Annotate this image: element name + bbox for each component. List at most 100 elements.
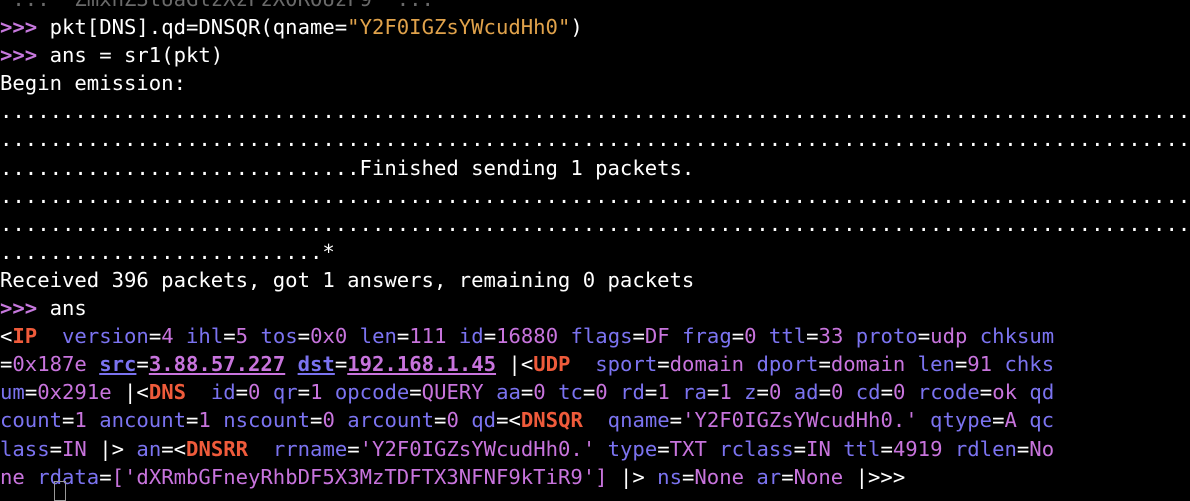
field-name: qd	[1017, 380, 1055, 405]
terminal-text: =	[992, 408, 1005, 433]
terminal-text: =	[806, 324, 819, 349]
terminal-text: ........................................…	[0, 127, 1190, 152]
terminal-text: =	[297, 380, 311, 405]
terminal-text: =	[582, 380, 596, 405]
text-cursor	[54, 481, 66, 501]
terminal-line: lass=IN |> an=<DNSRR rrname='Y2F0IGZsYWc…	[0, 435, 1190, 463]
field-name: tos	[248, 324, 298, 349]
terminal-text: =	[781, 464, 794, 489]
terminal-text: =	[483, 324, 497, 349]
field-value: ne	[0, 464, 25, 489]
terminal-text: =	[62, 408, 75, 433]
field-name: sport	[570, 352, 658, 377]
terminal-text: Received 396 packets, got 1 answers, rem…	[0, 267, 695, 292]
field-value: ok	[992, 380, 1018, 405]
field-value: 3.88.57.227	[148, 352, 286, 377]
field-value: 0x291e	[37, 380, 112, 405]
field-value: 0x187e	[12, 352, 87, 377]
field-value: DF	[644, 324, 670, 349]
prompt-marker: >>>	[0, 15, 38, 40]
field-name: id	[446, 324, 484, 349]
field-name: ad	[781, 380, 819, 405]
layer-name: DNSRR	[186, 436, 249, 461]
field-name: proto	[843, 324, 918, 349]
terminal-line: ... 'ZmxhZ3tUaGlzXzFzX0ROUzF9' ...	[0, 0, 1190, 13]
terminal-text: =	[1016, 436, 1030, 461]
field-value: 0	[533, 380, 546, 405]
field-value: 0	[446, 408, 459, 433]
field-name: len	[347, 324, 397, 349]
field-name: qd	[458, 408, 497, 433]
field-name: an	[124, 436, 162, 461]
terminal-text: |>	[607, 464, 645, 489]
field-value: ['dXRmbGFneyRhbDF5X3MzTDFTX3NFNF9kTiR9']	[111, 464, 608, 489]
terminal-text: =	[49, 436, 63, 461]
terminal-text: =	[186, 408, 199, 433]
terminal-text: =	[24, 380, 38, 405]
prompt-marker: >>>	[0, 296, 38, 321]
terminal-text: =<	[496, 408, 521, 433]
terminal-text: ........................................…	[0, 211, 1190, 236]
terminal-text: )	[570, 15, 583, 40]
terminal-text: =	[917, 324, 931, 349]
field-value: 1	[310, 380, 323, 405]
field-value: udp	[930, 324, 968, 349]
field-name: aa	[483, 380, 521, 405]
terminal-line: ........................................…	[0, 182, 1190, 210]
field-name: chks	[992, 352, 1055, 377]
terminal-text: =<	[161, 436, 187, 461]
field-name: qr	[260, 380, 298, 405]
terminal-text: =	[669, 408, 683, 433]
layer-name: DNSQR	[520, 408, 583, 433]
field-value: No	[1029, 436, 1055, 461]
field-value: 4919	[892, 436, 943, 461]
field-value: IN	[62, 436, 87, 461]
terminal-text: =	[235, 380, 249, 405]
field-value: 4	[161, 324, 174, 349]
field-value: 0x0	[310, 324, 348, 349]
terminal-text: ans = sr1(pkt)	[37, 43, 224, 68]
field-name: id	[186, 380, 236, 405]
field-value: IN	[806, 436, 831, 461]
terminal-text: =	[880, 436, 893, 461]
field-value: domain	[669, 352, 745, 377]
field-value: TXT	[669, 436, 707, 461]
field-value: domain	[830, 352, 906, 377]
terminal-line: .............................Finished se…	[0, 154, 1190, 182]
field-name: dport	[744, 352, 819, 377]
field-value: 'Y2F0IGZsYWcudHh0.'	[682, 408, 918, 433]
field-name: ancount	[86, 408, 187, 433]
field-value: 0	[892, 380, 906, 405]
terminal-line: >>> pkt[DNS].qd=DNSQR(qname="Y2F0IGZsYWc…	[0, 13, 1190, 41]
field-name: count	[0, 408, 62, 433]
field-value: QUERY	[421, 380, 484, 405]
terminal-text: =	[0, 352, 13, 377]
field-name: qtype	[917, 408, 993, 433]
terminal-line: ........................................…	[0, 97, 1190, 125]
field-value: 0	[768, 380, 782, 405]
terminal-line: um=0x291e |<DNS id=0 qr=1 opcode=QUERY a…	[0, 378, 1190, 406]
terminal-line: count=1 ancount=1 nscount=0 arcount=0 qd…	[0, 406, 1190, 434]
terminal-text: =	[793, 436, 807, 461]
terminal-line: >>> ans = sr1(pkt)	[0, 41, 1190, 69]
terminal-text: |<	[111, 380, 149, 405]
field-value: None	[793, 464, 844, 489]
field-name: flags	[558, 324, 633, 349]
field-value: 91	[967, 352, 993, 377]
terminal-text: |>>>	[843, 464, 906, 489]
field-name: tc	[545, 380, 583, 405]
field-name: rrname	[248, 436, 348, 461]
terminal-text: ... 'ZmxhZ3tUaGlzXzFzX0ROUzF9' ...	[0, 0, 434, 11]
terminal-text: =	[954, 352, 968, 377]
terminal-text: ans	[37, 296, 87, 321]
field-value: 192.168.1.45	[347, 352, 497, 377]
layer-name: DNS	[148, 380, 187, 405]
field-name: dst	[297, 352, 335, 377]
terminal-output[interactable]: ... 'ZmxhZ3tUaGlzXzFzX0ROUzF9' ... >>> pk…	[0, 0, 1190, 491]
terminal-text: =	[223, 324, 236, 349]
field-value: None	[694, 464, 744, 489]
field-name: rcode	[905, 380, 980, 405]
field-name: nscount	[210, 408, 311, 433]
field-name: arcount	[334, 408, 435, 433]
terminal-text: =	[148, 324, 162, 349]
